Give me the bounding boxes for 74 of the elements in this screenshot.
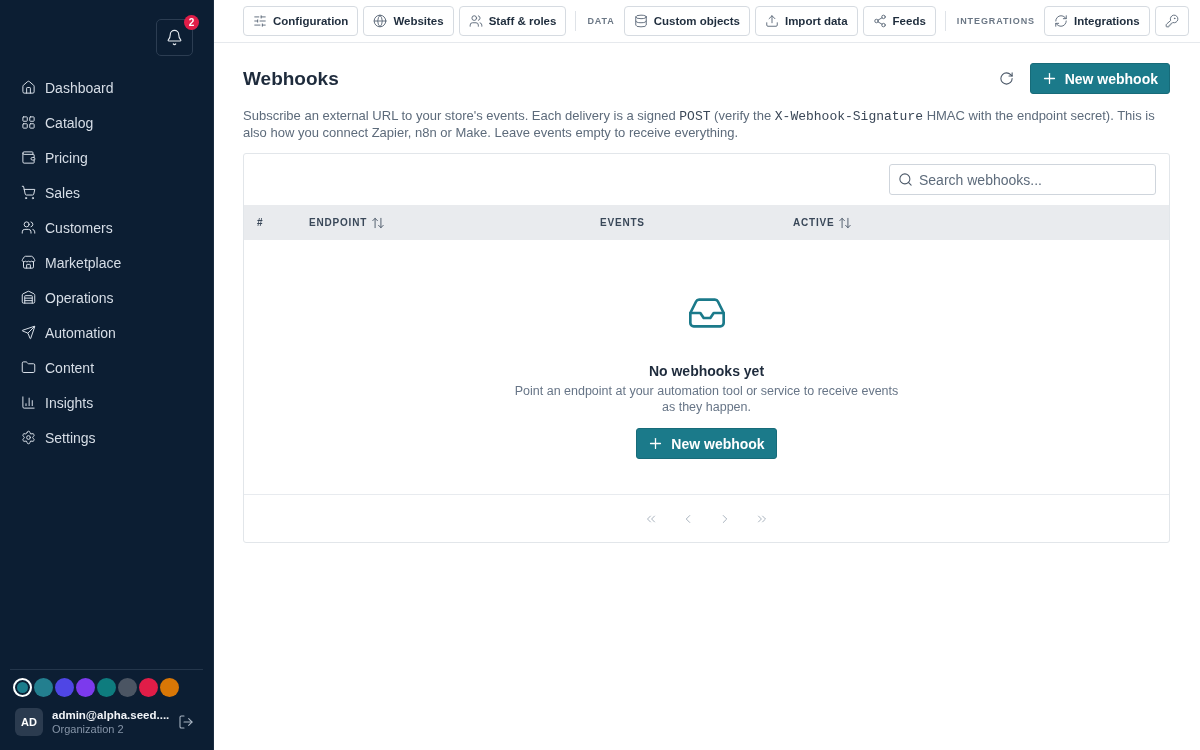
- new-webhook-button[interactable]: New webhook: [636, 428, 777, 459]
- cart-icon: [21, 185, 36, 200]
- paper-plane-icon: [21, 325, 36, 340]
- users-icon: [21, 220, 36, 235]
- toolbar-button[interactable]: Custom objects: [623, 6, 750, 36]
- user-avatar: AD: [15, 708, 43, 736]
- sort-arrows-icon: [371, 215, 386, 230]
- column-header: #: [257, 217, 264, 228]
- sidebar-item[interactable]: Settings: [0, 420, 213, 455]
- empty-state-title: No webhooks yet: [648, 363, 765, 379]
- color-swatch-icon[interactable]: [118, 678, 137, 697]
- color-swatch-icon[interactable]: [160, 678, 179, 697]
- share-icon: [872, 14, 887, 28]
- grid-icon: [21, 115, 36, 130]
- warehouse-icon: [21, 290, 36, 305]
- sidebar-item[interactable]: Sales: [0, 175, 213, 210]
- globe-icon: [373, 14, 388, 28]
- key-icon: [1164, 14, 1179, 28]
- section-label: INTEGRATIONS: [956, 16, 1035, 26]
- color-swatch-icon[interactable]: [55, 678, 74, 697]
- page-description: Subscribe an external URL to your store's events. Each delivery is a signed POST (verify the X-Webhook-Signature HMAC with the endpoint secret). This is also how you connect Zapier, n8n or Make. Leave events empty to receive everything.: [243, 108, 1156, 141]
- color-swatch-icon[interactable]: [139, 678, 158, 697]
- section-label: DATA: [587, 16, 615, 26]
- color-swatch-icon[interactable]: [76, 678, 95, 697]
- store-icon: [21, 255, 36, 270]
- refresh-button[interactable]: [998, 71, 1014, 86]
- sort-arrows-icon: [838, 215, 853, 230]
- empty-state-text: Point an endpoint at your automation tool or service to receive events as they happen.: [513, 383, 900, 415]
- toolbar-button[interactable]: Websites: [363, 6, 454, 36]
- toolbar-button[interactable]: Import data: [754, 6, 858, 36]
- sidebar-item[interactable]: Catalog: [0, 105, 213, 140]
- color-swatch-icon[interactable]: [34, 678, 53, 697]
- folder-icon: [21, 360, 36, 375]
- notifications-button[interactable]: [156, 19, 193, 56]
- sidebar-item[interactable]: Marketplace: [0, 245, 213, 280]
- upload-icon: [764, 14, 779, 28]
- toolbar-button[interactable]: [1154, 6, 1189, 36]
- sidebar-item[interactable]: Pricing: [0, 140, 213, 175]
- color-swatch-icon[interactable]: [97, 678, 116, 697]
- users-icon: [468, 14, 483, 28]
- sidebar-item[interactable]: Customers: [0, 210, 213, 245]
- page-title: Webhooks: [243, 67, 339, 90]
- column-header: ENDPOINT: [309, 217, 368, 228]
- logout-icon: [178, 714, 195, 730]
- bell-icon: [166, 29, 183, 46]
- organization-name: Organization 2: [52, 723, 125, 736]
- toolbar-button[interactable]: Feeds: [862, 6, 936, 36]
- sidebar-item[interactable]: Automation: [0, 315, 213, 350]
- refresh-icon: [1053, 14, 1068, 28]
- sidebar-item[interactable]: Operations: [0, 280, 213, 315]
- notification-badge: 2: [184, 15, 199, 30]
- database-icon: [633, 14, 648, 28]
- logout-button[interactable]: [178, 714, 195, 730]
- search-field[interactable]: Search webhooks...: [889, 164, 1156, 195]
- toolbar-button[interactable]: Configuration: [243, 6, 359, 36]
- color-swatch-icon[interactable]: [13, 678, 32, 697]
- search-icon: [898, 172, 913, 187]
- sidebar-item[interactable]: Dashboard: [0, 70, 213, 105]
- settings-icon: [21, 430, 36, 445]
- column-header: EVENTS: [600, 217, 645, 228]
- toolbar-button[interactable]: Staff & roles: [458, 6, 567, 36]
- sliders-icon: [253, 14, 267, 28]
- sort-button[interactable]: [371, 215, 386, 230]
- wallet-icon: [21, 150, 36, 165]
- refresh-icon: [998, 71, 1014, 86]
- column-header: ACTIVE: [793, 217, 835, 228]
- toolbar-button[interactable]: Integrations: [1043, 6, 1150, 36]
- new-webhook-button[interactable]: New webhook: [1029, 63, 1170, 94]
- user-email: admin@alpha.seed....: [52, 708, 170, 722]
- sidebar-item[interactable]: Insights: [0, 385, 213, 420]
- sort-button[interactable]: [838, 215, 853, 230]
- house-icon: [21, 80, 36, 95]
- sidebar-item[interactable]: Content: [0, 350, 213, 385]
- bar-chart-icon: [21, 395, 36, 410]
